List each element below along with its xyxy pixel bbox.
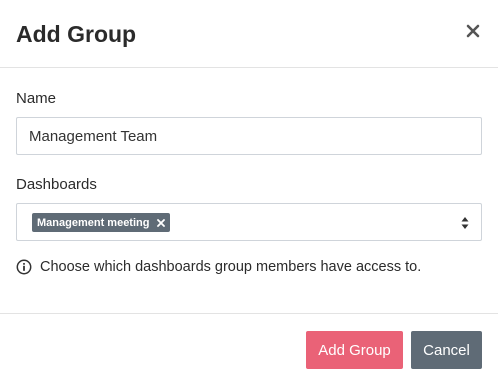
dialog-body: Name Dashboards Management meeting	[0, 69, 498, 313]
close-icon	[157, 218, 166, 227]
cancel-button[interactable]: Cancel	[411, 331, 482, 369]
close-button[interactable]	[464, 22, 482, 40]
dialog-footer: Add Group Cancel	[0, 313, 498, 384]
dashboards-select[interactable]: Management meeting	[16, 203, 482, 241]
help-row: Choose which dashboards group members ha…	[16, 259, 421, 275]
add-group-button[interactable]: Add Group	[306, 331, 403, 369]
close-icon	[466, 24, 480, 38]
info-icon	[16, 259, 32, 275]
tag-label: Management meeting	[37, 216, 150, 229]
dialog-header: Add Group	[0, 0, 498, 68]
tag-remove-button[interactable]	[156, 218, 166, 228]
help-text: Choose which dashboards group members ha…	[40, 259, 422, 275]
dashboards-label: Dashboards	[16, 176, 97, 193]
add-group-dialog: Add Group Name Dashboards Management mee…	[0, 0, 498, 384]
sort-caret-icon	[461, 217, 469, 229]
dialog-title: Add Group	[16, 21, 137, 47]
name-label: Name	[16, 90, 57, 107]
name-input[interactable]	[16, 117, 482, 155]
selected-dashboard-tag: Management meeting	[32, 213, 171, 232]
